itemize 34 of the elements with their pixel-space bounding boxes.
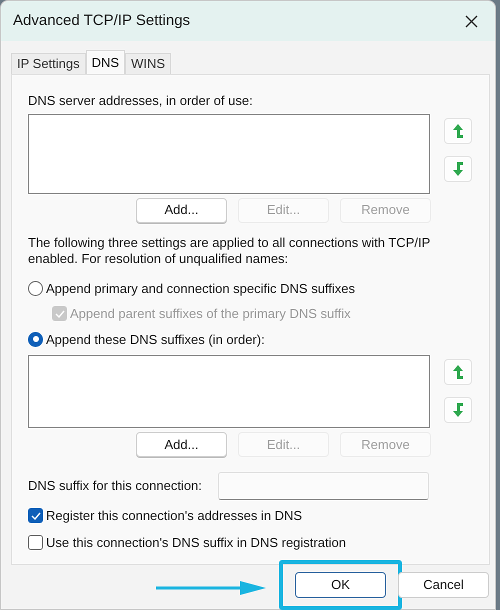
list-box[interactable] [28, 114, 430, 194]
option-label: Append primary and connection specific DNS suffixes [46, 280, 356, 298]
tab[interactable]: IP Settings [11, 53, 86, 74]
move-down-button[interactable] [444, 156, 472, 182]
tab[interactable]: DNS [86, 50, 126, 74]
checkbox[interactable] [28, 534, 43, 550]
option-label: Append these DNS suffixes (in order): [46, 330, 265, 349]
radio-button[interactable] [28, 332, 43, 347]
checkbox-label: Register this connection's addresses in DNS [46, 507, 302, 525]
field-label: DNS suffix for this connection: [28, 477, 203, 496]
checkbox-label: Use this connection's DNS suffix in DNS registration [46, 534, 346, 552]
input-field[interactable] [218, 472, 429, 500]
radio-button[interactable] [28, 280, 43, 296]
up-arrow-icon [452, 364, 464, 380]
check-icon [54, 310, 64, 318]
window-title: Advanced TCP/IP Settings [13, 10, 190, 31]
checkbox[interactable] [28, 508, 43, 524]
check-icon [30, 512, 40, 520]
move-up-button[interactable] [444, 359, 472, 385]
down-arrow-icon [452, 402, 464, 418]
tab[interactable]: WINS [125, 53, 172, 74]
list-box[interactable] [28, 355, 430, 428]
option-label: Append parent suffixes of the primary DNS suffix [70, 305, 351, 323]
down-arrow-icon [452, 160, 464, 176]
description-text: The following three settings are applied to all connections with TCP/IP enabled. For resolution of unqualified names: [28, 234, 432, 266]
section-label: DNS server addresses, in order of use: [28, 92, 254, 110]
dialog-button[interactable]: Add... [136, 198, 227, 222]
close-icon [464, 14, 478, 28]
dialog-button[interactable]: Cancel [398, 572, 489, 598]
dialog-button[interactable]: Add... [136, 432, 227, 457]
up-arrow-icon [452, 122, 464, 138]
move-down-button[interactable] [444, 397, 472, 423]
move-up-button[interactable] [444, 118, 472, 144]
dialog-button[interactable]: OK [295, 572, 386, 598]
